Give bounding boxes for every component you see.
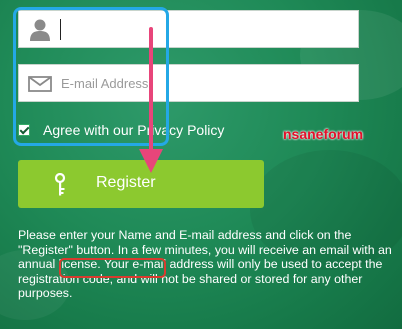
annotation-arrow-icon [139, 27, 163, 173]
register-button-label: Register [96, 174, 156, 191]
highlight-box-annual-license [59, 258, 166, 278]
key-icon [54, 173, 66, 196]
watermark-text: nsaneforum [283, 126, 364, 142]
